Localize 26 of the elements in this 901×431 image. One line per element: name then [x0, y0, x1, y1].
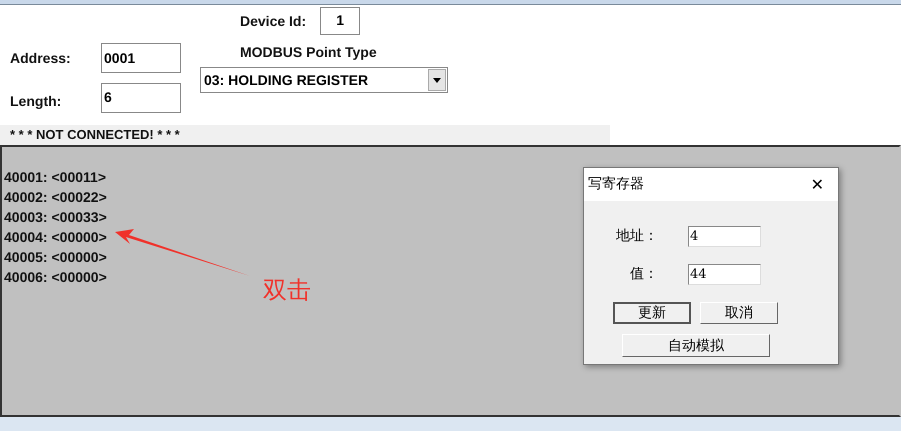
- annotation-text: 双击: [263, 275, 311, 305]
- dropdown-caret-icon: [428, 69, 446, 91]
- dialog-button[interactable]: 取消: [700, 302, 778, 324]
- point-type-label: MODBUS Point Type: [240, 43, 378, 62]
- input-field[interactable]: 44: [688, 264, 761, 285]
- auto-simulate-button[interactable]: 自动模拟: [622, 334, 770, 357]
- dialog-button[interactable]: 更新: [613, 302, 691, 324]
- register-value[interactable]: 40002: <00022>: [4, 187, 107, 207]
- length-label: Length:: [10, 92, 62, 111]
- close-button[interactable]: ✕: [806, 172, 828, 196]
- register-value[interactable]: 40005: <00000>: [4, 247, 107, 267]
- length-field[interactable]: 6: [101, 83, 181, 113]
- dialog-title: 写寄存器: [588, 175, 644, 194]
- point-type-dropdown[interactable]: 03: HOLDING REGISTER: [200, 67, 448, 93]
- field-label: 值：: [629, 265, 659, 284]
- register-value[interactable]: 40004: <00000>: [4, 227, 107, 247]
- device-id-field[interactable]: 1: [320, 7, 360, 35]
- status-bar: * * * NOT CONNECTED! * * *: [0, 125, 610, 145]
- device-id-label: Device Id:: [240, 12, 306, 30]
- register-value[interactable]: 40001: <00011>: [4, 167, 106, 187]
- register-value[interactable]: 40006: <00000>: [4, 267, 107, 287]
- input-field[interactable]: 4: [688, 226, 761, 247]
- address-field[interactable]: 0001: [101, 43, 181, 73]
- field-label: 地址：: [615, 227, 659, 246]
- register-value[interactable]: 40003: <00033>: [4, 207, 107, 227]
- address-label: Address:: [10, 48, 72, 68]
